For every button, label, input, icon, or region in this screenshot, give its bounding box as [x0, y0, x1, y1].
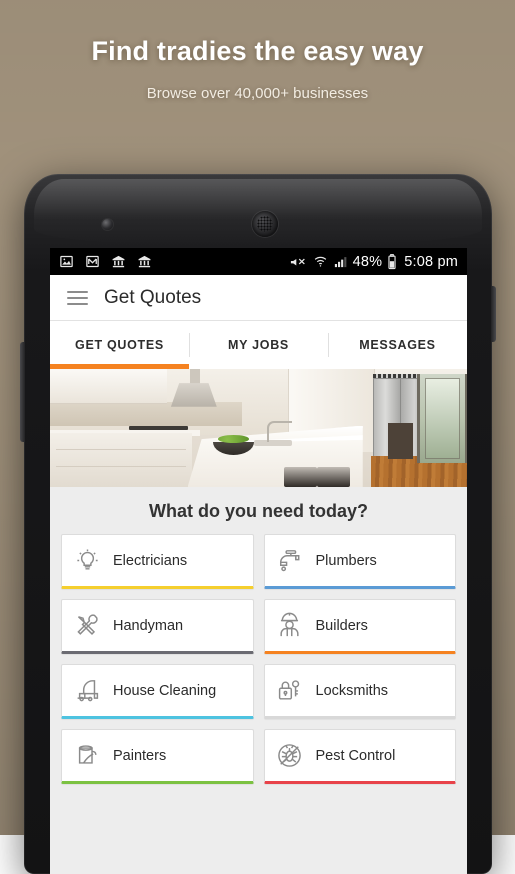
category-label: Plumbers — [316, 553, 377, 569]
front-camera-icon — [102, 219, 113, 230]
tab-my-jobs[interactable]: MY JOBS — [189, 321, 328, 369]
battery-icon — [387, 254, 397, 270]
wifi-icon — [313, 254, 328, 269]
tap-icon — [276, 547, 304, 575]
page-title: Get Quotes — [104, 287, 201, 309]
paint-can-icon — [73, 742, 101, 770]
tab-messages[interactable]: MESSAGES — [328, 321, 467, 369]
padlock-key-icon — [276, 677, 304, 705]
hero-kitchen-image — [50, 369, 467, 487]
tab-get-quotes[interactable]: GET QUOTES — [50, 321, 189, 369]
mute-icon — [289, 254, 308, 269]
category-label: Painters — [113, 748, 166, 764]
hamburger-menu-icon[interactable] — [67, 291, 88, 305]
builder-icon — [276, 612, 304, 640]
status-bar: 48% 5:08 pm — [50, 248, 467, 275]
category-card-plumbers[interactable]: Plumbers — [264, 534, 457, 589]
category-label: Pest Control — [316, 748, 396, 764]
phone-device-frame: 48% 5:08 pm Get Quotes GET QUO — [24, 174, 492, 874]
category-card-builders[interactable]: Builders — [264, 599, 457, 654]
vacuum-icon — [73, 677, 101, 705]
power-button[interactable] — [491, 286, 496, 342]
volume-button[interactable] — [20, 342, 25, 442]
image-icon — [59, 254, 74, 269]
category-label: Electricians — [113, 553, 187, 569]
tab-label: GET QUOTES — [75, 338, 164, 352]
category-label: House Cleaning — [113, 683, 216, 699]
phone-screen: 48% 5:08 pm Get Quotes GET QUO — [50, 248, 467, 874]
tools-icon — [73, 612, 101, 640]
status-clock: 5:08 pm — [404, 254, 458, 270]
category-label: Handyman — [113, 618, 183, 634]
tab-label: MESSAGES — [359, 338, 435, 352]
category-card-pest-control[interactable]: Pest Control — [264, 729, 457, 784]
app-action-bar: Get Quotes — [50, 275, 467, 321]
hero-headline: Find tradies the easy way — [0, 36, 515, 67]
main-content: What do you need today? Electricians — [50, 487, 467, 874]
battery-percent-label: 48% — [353, 254, 383, 270]
category-label: Locksmiths — [316, 683, 389, 699]
category-card-painters[interactable]: Painters — [61, 729, 254, 784]
tab-bar: GET QUOTES MY JOBS MESSAGES — [50, 321, 467, 369]
signal-icon — [333, 254, 348, 269]
gmail-icon — [85, 254, 100, 269]
category-card-locksmiths[interactable]: Locksmiths — [264, 664, 457, 719]
category-card-house-cleaning[interactable]: House Cleaning — [61, 664, 254, 719]
hero-text-block: Find tradies the easy way Browse over 40… — [0, 36, 515, 102]
bug-icon — [276, 742, 304, 770]
category-card-electricians[interactable]: Electricians — [61, 534, 254, 589]
hero-subheadline: Browse over 40,000+ businesses — [0, 85, 515, 102]
category-label: Builders — [316, 618, 368, 634]
bank-icon — [111, 254, 126, 269]
earpiece-speaker — [252, 211, 278, 237]
category-card-handyman[interactable]: Handyman — [61, 599, 254, 654]
tab-label: MY JOBS — [228, 338, 289, 352]
section-title: What do you need today? — [61, 487, 456, 534]
category-grid: Electricians Plumbers — [61, 534, 456, 784]
lightbulb-icon — [73, 547, 101, 575]
bank-icon — [137, 254, 152, 269]
